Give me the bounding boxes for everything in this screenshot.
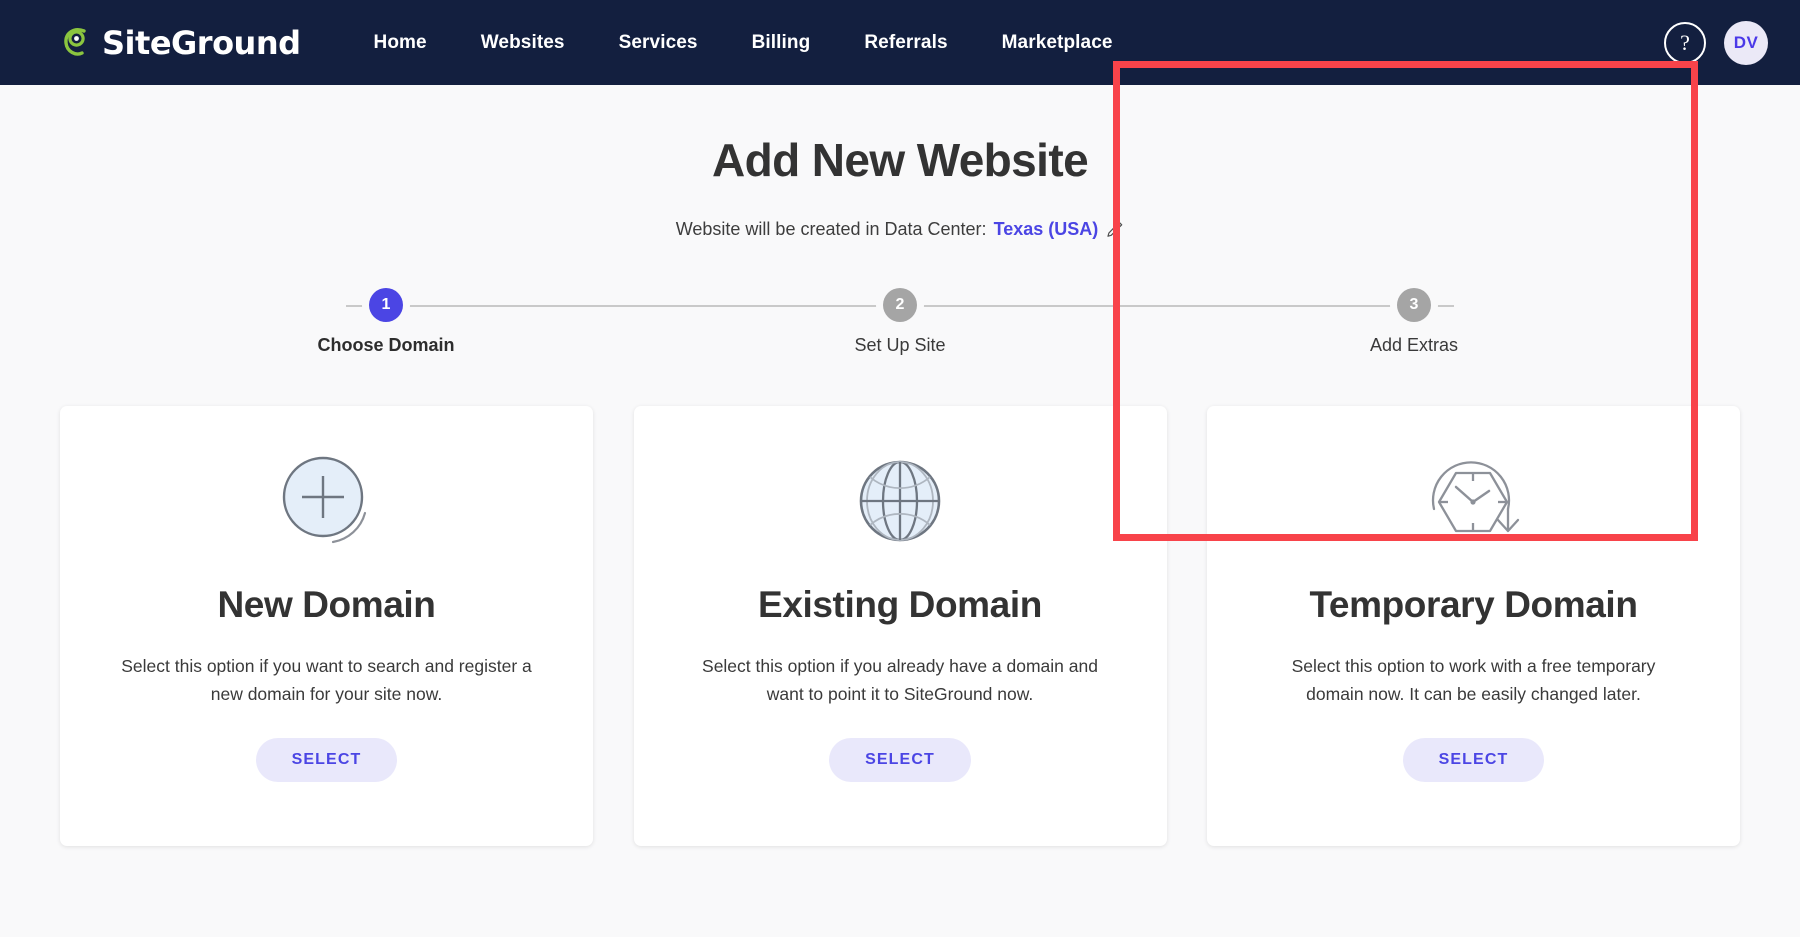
card-existing-domain[interactable]: Existing Domain Select this option if yo…	[633, 406, 1167, 846]
card-temporary-domain-wrapper: Temporary Domain Select this option to w…	[1207, 406, 1740, 846]
nav-link-referrals[interactable]: Referrals	[837, 22, 974, 64]
card-existing-domain-title: Existing Domain	[758, 584, 1042, 625]
nav-link-billing[interactable]: Billing	[725, 22, 838, 64]
data-center-value-link[interactable]: Texas (USA)	[994, 219, 1099, 240]
select-button-new-domain[interactable]: SELECT	[255, 738, 398, 782]
brand-name: SiteGround	[102, 23, 301, 62]
nav-link-services[interactable]: Services	[592, 22, 725, 64]
card-new-domain[interactable]: New Domain Select this option if you wan…	[60, 406, 593, 846]
step-2-label: Set Up Site	[854, 335, 946, 355]
card-new-domain-title: New Domain	[217, 584, 436, 625]
step-3-label: Add Extras	[1369, 335, 1459, 355]
step-1-label: Choose Domain	[317, 335, 455, 355]
globe-icon	[846, 442, 954, 560]
nav-link-home[interactable]: Home	[347, 22, 454, 64]
nav-link-marketplace[interactable]: Marketplace	[975, 22, 1140, 64]
domain-option-cards: New Domain Select this option if you wan…	[60, 406, 1740, 846]
progress-stepper: 1 Choose Domain 2 Set Up Site 3 Add Extr…	[286, 288, 1514, 368]
step-3-add-extras[interactable]: 3 Add Extras	[1314, 288, 1514, 356]
card-temporary-domain-description: Select this option to work with a free t…	[1291, 656, 1656, 704]
step-2-number: 2	[883, 288, 917, 322]
page-content: Add New Website Website will be created …	[0, 61, 1800, 937]
nav-right-actions: ? DV	[1664, 20, 1768, 65]
main-nav-links: Home Websites Services Billing Referrals…	[347, 22, 1140, 64]
page-title: Add New Website	[711, 134, 1089, 186]
user-avatar[interactable]: DV	[1724, 20, 1768, 65]
help-question-icon[interactable]: ?	[1664, 21, 1706, 64]
data-center-prefix-label: Website will be created in Data Center:	[675, 219, 987, 239]
temporary-clock-icon	[1418, 442, 1530, 560]
step-1-choose-domain[interactable]: 1 Choose Domain	[286, 288, 486, 356]
card-temporary-domain-title: Temporary Domain	[1309, 584, 1638, 625]
select-button-temporary-domain[interactable]: SELECT	[1402, 738, 1545, 782]
card-new-domain-description: Select this option if you want to search…	[121, 656, 532, 704]
siteground-brand-logo[interactable]: SiteGround	[62, 24, 301, 62]
siteground-spiral-logo-icon	[62, 25, 96, 61]
step-3-number: 3	[1397, 288, 1431, 322]
card-temporary-domain[interactable]: Temporary Domain Select this option to w…	[1207, 406, 1740, 846]
select-button-existing-domain[interactable]: SELECT	[829, 738, 971, 782]
nav-link-websites[interactable]: Websites	[454, 22, 592, 64]
step-1-number: 1	[369, 288, 403, 322]
data-center-line: Website will be created in Data Center: …	[0, 219, 1800, 240]
pencil-icon[interactable]	[1105, 220, 1124, 239]
step-2-set-up-site[interactable]: 2 Set Up Site	[800, 288, 1000, 356]
top-navigation-bar: SiteGround Home Websites Services Billin…	[0, 0, 1800, 85]
card-existing-domain-description: Select this option if you already have a…	[702, 656, 1098, 704]
plus-circle-icon	[273, 442, 381, 560]
